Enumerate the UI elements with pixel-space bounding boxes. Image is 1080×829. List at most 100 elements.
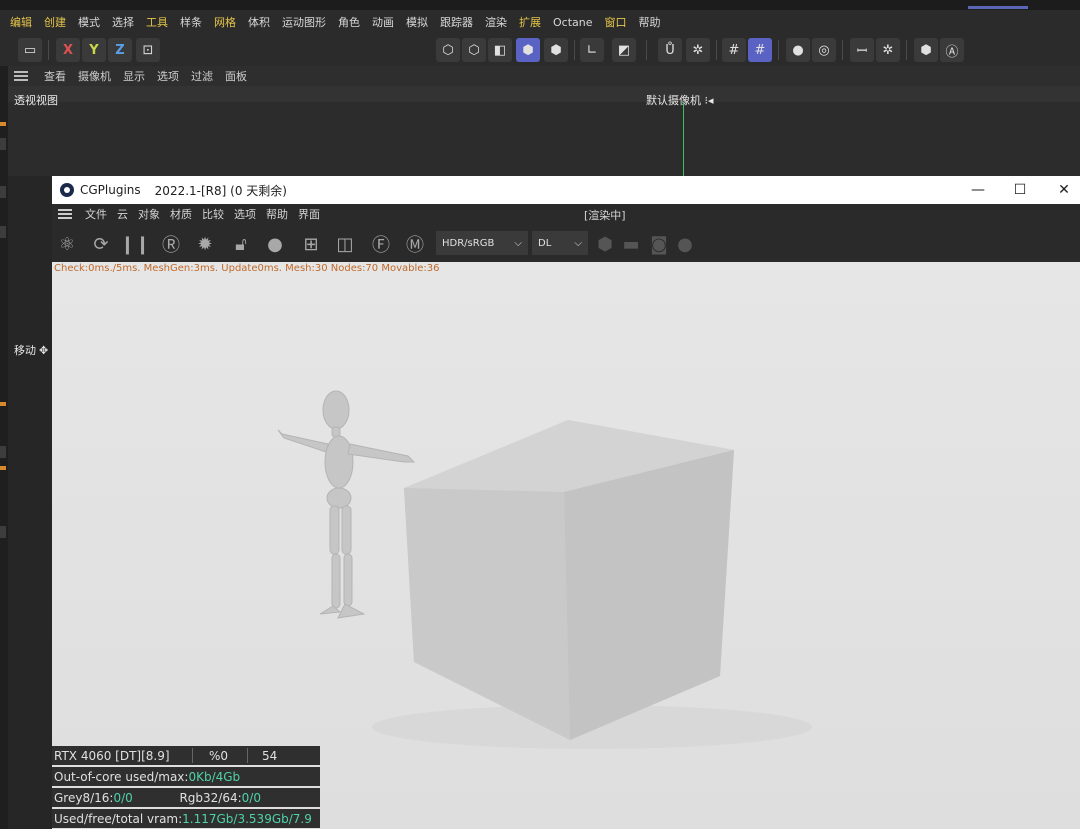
viewport-hamburger-icon[interactable] <box>14 71 28 81</box>
tool-marker[interactable] <box>0 138 6 150</box>
menu-item[interactable]: 创建 <box>38 14 72 30</box>
tool-marker[interactable] <box>0 526 6 538</box>
octane-toolbar: ⚛ ⟳ ❙❙ Ⓡ ✹ 🔓︎ ● ⊞ ◫ Ⓕ Ⓜ HDR/sRGB ⌵ DL ⌵ … <box>52 224 1080 262</box>
octane-menu-item[interactable]: 文件 <box>80 206 112 222</box>
octane-menu-item[interactable]: 比较 <box>197 206 229 222</box>
tool-marker[interactable] <box>0 466 6 470</box>
menu-item[interactable]: 角色 <box>332 14 366 30</box>
ooc-value: 0Kb/4Gb <box>188 769 241 784</box>
left-tool-strip <box>0 66 8 829</box>
rgb-label: Rgb32/64: <box>179 790 242 805</box>
octane-menu-item[interactable]: 帮助 <box>261 206 293 222</box>
snap-magnet-icon[interactable]: Ů <box>658 38 682 62</box>
viewport-menu-item[interactable]: 选项 <box>151 68 185 84</box>
kernel-value: DL <box>538 237 552 249</box>
layout-tab-indicator[interactable] <box>968 6 1028 9</box>
menu-item[interactable]: 选择 <box>106 14 140 30</box>
camera-icon[interactable]: ◙ <box>646 231 672 257</box>
points-mode-icon[interactable]: ⬡ <box>436 38 460 62</box>
menu-item[interactable]: 编辑 <box>4 14 38 30</box>
minimize-button[interactable]: — <box>956 176 1000 204</box>
solo-icon[interactable]: ◩ <box>612 38 636 62</box>
record-icon[interactable]: ● <box>786 38 810 62</box>
menu-item[interactable]: 渲染 <box>479 14 513 30</box>
close-button[interactable]: ✕ <box>1042 176 1080 204</box>
ooc-label: Out-of-core used/max: <box>54 769 189 784</box>
menu-item[interactable]: 窗口 <box>599 14 633 30</box>
menu-item[interactable]: 模拟 <box>400 14 434 30</box>
viewport-menu-item[interactable]: 查看 <box>38 68 72 84</box>
octane-title-version: 2022.1-[R8] (0 天剩余) <box>154 183 287 198</box>
workplane-grid-icon[interactable]: # <box>748 38 772 62</box>
symmetry-settings-icon[interactable]: ✲ <box>876 38 900 62</box>
octane-menu-item[interactable]: 材质 <box>165 206 197 222</box>
toolbar-separator <box>716 40 717 60</box>
material-ball-icon[interactable]: ● <box>262 231 288 257</box>
viewport-background[interactable] <box>8 102 1080 176</box>
restart-render-icon[interactable]: ⟳ <box>88 231 114 257</box>
viewport-menu-item[interactable]: 显示 <box>117 68 151 84</box>
record-circle-icon[interactable]: ● <box>672 231 698 257</box>
menu-item[interactable]: 跟踪器 <box>434 14 479 30</box>
octane-menu-item[interactable]: 对象 <box>133 206 165 222</box>
menu-item[interactable]: 样条 <box>174 14 208 30</box>
viewport-menu-item[interactable]: 过滤 <box>185 68 219 84</box>
viewport-icon[interactable]: ▬ <box>618 231 644 257</box>
model-mode-icon[interactable]: ⬢ <box>516 38 540 62</box>
octane-hamburger-icon[interactable] <box>58 209 72 219</box>
y-axis-button[interactable]: Y <box>82 38 106 62</box>
menu-item[interactable]: 运动图形 <box>276 14 332 30</box>
z-axis-button[interactable]: Z <box>108 38 132 62</box>
octane-menu-item[interactable]: 云 <box>112 206 133 222</box>
menu-item[interactable]: 扩展 <box>513 14 547 30</box>
menu-item[interactable]: 模式 <box>72 14 106 30</box>
hexagon-icon[interactable]: ⬢ <box>592 231 618 257</box>
tool-marker[interactable] <box>0 226 6 238</box>
viewport-menubar: 查看 摄像机 显示 选项 过滤 面板 <box>0 66 1080 86</box>
tool-marker[interactable] <box>0 186 6 198</box>
viewport-menu-item[interactable]: 摄像机 <box>72 68 117 84</box>
snap-settings-icon[interactable]: ✲ <box>686 38 710 62</box>
tool-marker[interactable] <box>0 446 6 458</box>
symmetry-icon[interactable]: ꟷ <box>850 38 874 62</box>
tool-marker[interactable] <box>0 402 6 406</box>
arnold-icon[interactable]: Ⓐ <box>940 38 964 62</box>
menu-item[interactable]: 网格 <box>208 14 242 30</box>
camera-label[interactable]: 默认摄像机 ⁝◂ <box>646 92 714 108</box>
polygons-mode-icon[interactable]: ◧ <box>488 38 512 62</box>
menu-item[interactable]: 体积 <box>242 14 276 30</box>
kernel-select[interactable]: DL ⌵ <box>532 231 588 255</box>
uv-mode-icon[interactable]: ⬢ <box>544 38 568 62</box>
film-settings-icon[interactable]: Ⓕ <box>368 231 394 257</box>
material-picker-icon[interactable]: Ⓜ <box>402 231 428 257</box>
x-axis-button[interactable]: X <box>56 38 80 62</box>
focus-picker-icon[interactable]: ◫ <box>332 231 358 257</box>
send-scene-icon[interactable]: ⚛ <box>54 231 80 257</box>
menu-item[interactable]: 动画 <box>366 14 400 30</box>
render-settings-icon[interactable]: ◎ <box>812 38 836 62</box>
color-space-select[interactable]: HDR/sRGB ⌵ <box>436 231 528 255</box>
render-region-icon[interactable]: ▭ <box>18 38 42 62</box>
edges-mode-icon[interactable]: ⬡ <box>462 38 486 62</box>
gpu-name: RTX 4060 [DT][8.9] <box>54 748 170 763</box>
rgb-value: 0/0 <box>241 790 261 805</box>
menu-item[interactable]: 帮助 <box>633 14 667 30</box>
lock-icon[interactable]: 🔓︎ <box>228 231 254 257</box>
add-region-icon[interactable]: ⊞ <box>298 231 324 257</box>
menu-item[interactable]: 工具 <box>140 14 174 30</box>
axis-mode-icon[interactable]: ∟ <box>580 38 604 62</box>
octane-menu-item[interactable]: 选项 <box>229 206 261 222</box>
grid-icon[interactable]: # <box>722 38 746 62</box>
coordinate-system-icon[interactable]: ⊡ <box>136 38 160 62</box>
pause-icon[interactable]: ❙❙ <box>120 231 150 257</box>
octane-title-bar[interactable]: CGPlugins 2022.1-[R8] (0 天剩余) — ☐ ✕ <box>52 176 1080 204</box>
tool-marker[interactable] <box>0 122 6 126</box>
menu-item[interactable]: Octane <box>547 16 599 29</box>
render-canvas[interactable] <box>52 262 1080 829</box>
octane-live-viewer-icon[interactable]: ⬢ <box>914 38 938 62</box>
viewport-menu-item[interactable]: 面板 <box>219 68 253 84</box>
settings-gear-icon[interactable]: ✹ <box>192 231 218 257</box>
octane-menu-item[interactable]: 界面 <box>293 206 325 222</box>
maximize-button[interactable]: ☐ <box>998 176 1042 204</box>
region-render-icon[interactable]: Ⓡ <box>158 231 184 257</box>
